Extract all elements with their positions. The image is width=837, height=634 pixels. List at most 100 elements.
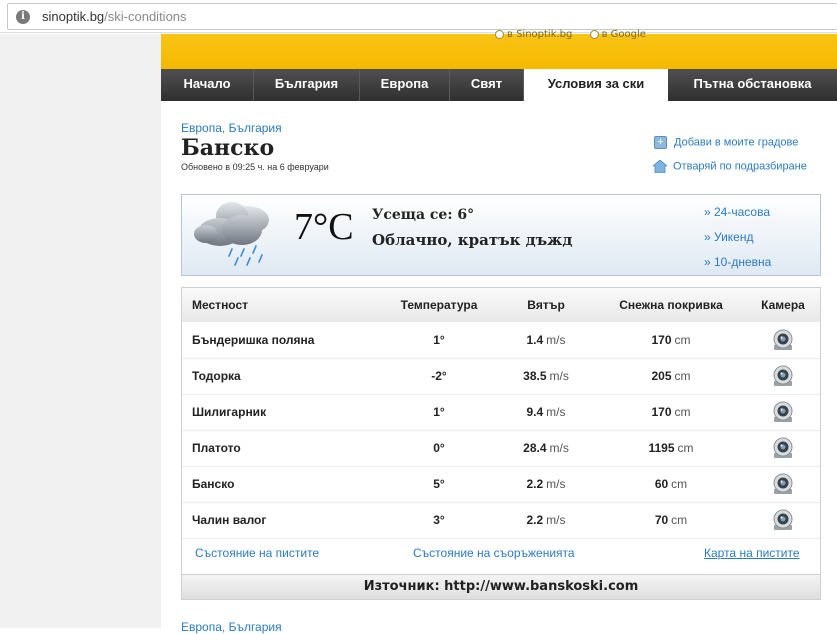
- location-wind: 38.5 m/s: [496, 358, 596, 394]
- main-nav: Начало България Европа Свят Условия за с…: [161, 69, 837, 101]
- location-temperature: -2°: [382, 358, 496, 394]
- location-snow: 170 cm: [596, 322, 746, 358]
- location-temperature: 0°: [382, 430, 496, 466]
- wind-unit: m/s: [546, 332, 566, 347]
- forecast-10day-link[interactable]: » 10-дневна: [704, 255, 771, 269]
- snow-unit: cm: [677, 441, 694, 455]
- breadcrumb-bulgaria[interactable]: България: [229, 121, 282, 135]
- location-name: Шилигарник: [192, 405, 267, 419]
- url-text[interactable]: sinoptik.bg/ski-conditions: [42, 9, 187, 24]
- location-camera: [746, 466, 820, 502]
- browser-address-bar: i sinoptik.bg/ski-conditions: [0, 0, 837, 33]
- open-default-link[interactable]: Отваряй по подразбиране: [653, 160, 807, 173]
- location-temperature: 5°: [382, 466, 496, 502]
- forecast-24h-link[interactable]: » 24-часова: [704, 205, 770, 219]
- tab-europe[interactable]: Европа: [360, 69, 450, 101]
- pistes-status-link[interactable]: Състояние на пистите: [195, 546, 319, 560]
- breadcrumb-europe[interactable]: Европа: [181, 121, 222, 135]
- plus-icon: +: [654, 136, 667, 149]
- page-title: Банско: [181, 135, 275, 161]
- camera-icon[interactable]: [771, 436, 795, 460]
- pistes-map-link[interactable]: Карта на пистите: [704, 546, 800, 560]
- site-info-icon[interactable]: i: [16, 10, 30, 24]
- radio-sinoptik[interactable]: [495, 29, 504, 39]
- table-row: Бъндеришка поляна 1° 1.4 m/s 170 cm: [182, 322, 820, 358]
- location-snow: 205 cm: [596, 358, 746, 394]
- snow-value: 170: [651, 332, 672, 347]
- radio-google[interactable]: [589, 29, 599, 39]
- wind-unit: m/s: [546, 405, 566, 419]
- forecast-weekend-link[interactable]: » Уикенд: [704, 230, 753, 244]
- location-temperature: 1°: [382, 322, 496, 358]
- updated-time: Обновено в 09:25 ч. на 6 февруари: [181, 162, 329, 172]
- snow-value: 70: [654, 513, 669, 527]
- tab-world[interactable]: Свят: [450, 69, 524, 101]
- location-camera: [746, 430, 820, 466]
- location-wind: 2.2 m/s: [496, 502, 596, 538]
- snow-unit: cm: [671, 513, 688, 527]
- radio-sinoptik-label: в Sinoptik.bg: [507, 29, 573, 40]
- camera-icon[interactable]: [771, 364, 795, 388]
- source-bar: Източник: http://www.banskoski.com: [182, 574, 820, 599]
- header-location: Местност: [192, 298, 249, 312]
- table-row: Чалин валог 3° 2.2 m/s 70 cm: [182, 502, 820, 538]
- camera-icon[interactable]: [771, 400, 795, 424]
- weather-condition: Облачно, кратък дъжд: [372, 231, 573, 249]
- location-name: Банско: [192, 477, 235, 491]
- current-weather-box: 7°C Усеща се: 6° Облачно, кратък дъжд » …: [181, 194, 821, 276]
- location-temperature: 3°: [382, 502, 496, 538]
- breadcrumb: Европа, България: [181, 121, 282, 135]
- location-name: Тодорка: [192, 369, 241, 383]
- temp-value: 1°: [433, 332, 445, 347]
- location-name: Чалин валог: [192, 513, 267, 527]
- camera-icon[interactable]: [771, 472, 795, 496]
- location-wind: 9.4 m/s: [496, 394, 596, 430]
- temp-value: 3°: [433, 513, 445, 527]
- url-box[interactable]: i sinoptik.bg/ski-conditions: [7, 3, 837, 30]
- radio-google-label: в Google: [601, 29, 646, 40]
- tab-road-conditions[interactable]: Пътна обстановка: [668, 69, 837, 101]
- wind-unit: m/s: [549, 441, 569, 455]
- ski-conditions-panel: Местност Температура Вятър Снежна покрив…: [181, 287, 821, 600]
- location-camera: [746, 322, 820, 358]
- wind-value: 2.2: [526, 513, 544, 527]
- footer-breadcrumb[interactable]: Европа, България: [181, 620, 282, 634]
- location-camera: [746, 502, 820, 538]
- open-default-label: Отваряй по подразбиране: [673, 160, 807, 173]
- wind-value: 38.5: [523, 369, 547, 383]
- feels-like: Усеща се: 6°: [372, 207, 475, 223]
- wind-value: 28.4: [523, 441, 547, 455]
- snow-value: 60: [654, 477, 669, 491]
- snow-unit: cm: [674, 405, 691, 419]
- tab-ski-conditions[interactable]: Условия за ски: [524, 69, 668, 101]
- snow-unit: cm: [674, 332, 691, 347]
- tab-bulgaria[interactable]: България: [254, 69, 360, 101]
- camera-icon[interactable]: [771, 508, 795, 532]
- table-row: Шилигарник 1° 9.4 m/s 170 cm: [182, 394, 820, 430]
- table-row: Банско 5° 2.2 m/s 60 cm: [182, 466, 820, 502]
- snow-unit: cm: [674, 369, 691, 383]
- snow-value: 1195: [648, 441, 675, 455]
- add-to-cities-link[interactable]: + Добави в моите градове: [654, 136, 798, 149]
- wind-value: 1.4: [526, 332, 544, 347]
- header-snow: Снежна покривка: [619, 298, 723, 312]
- location-camera: [746, 394, 820, 430]
- wind-unit: m/s: [546, 513, 566, 527]
- temp-value: 0°: [433, 441, 445, 455]
- table-row: Платото 0° 28.4 m/s 1195 cm: [182, 430, 820, 466]
- location-wind: 1.4 m/s: [496, 322, 596, 358]
- location-snow: 170 cm: [596, 394, 746, 430]
- cloud-rain-icon: [194, 202, 269, 266]
- header-camera: Камера: [761, 298, 805, 312]
- ski-links: Състояние на пистите Състояние на съоръж…: [182, 546, 820, 568]
- table-row: Тодорка -2° 38.5 m/s 205 cm: [182, 358, 820, 394]
- camera-icon[interactable]: [771, 328, 795, 352]
- location-wind: 28.4 m/s: [496, 430, 596, 466]
- current-temperature: 7°C: [294, 206, 354, 248]
- header-wind: Вятър: [527, 298, 565, 312]
- tab-home[interactable]: Начало: [161, 69, 254, 101]
- facilities-status-link[interactable]: Състояние на съоръженията: [413, 546, 575, 560]
- location-snow: 70 cm: [596, 502, 746, 538]
- site-header: в Sinoptik.bg в Google: [161, 29, 837, 69]
- url-path: /ski-conditions: [104, 9, 187, 24]
